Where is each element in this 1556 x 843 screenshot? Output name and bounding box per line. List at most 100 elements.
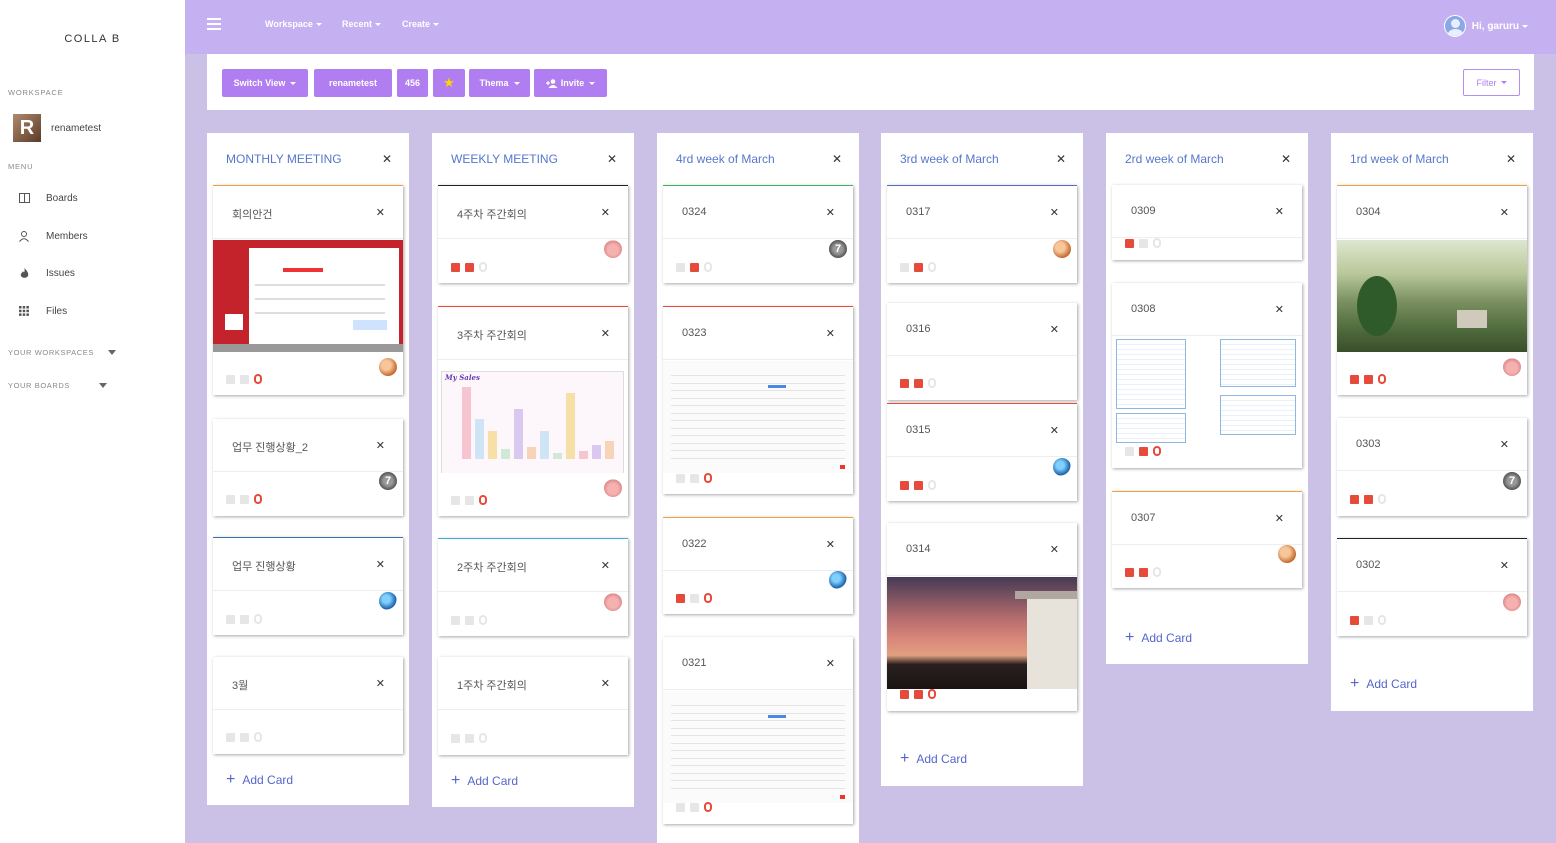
close-icon[interactable]: ✕ bbox=[1275, 205, 1284, 218]
task-card[interactable]: 0324 ✕ 7 bbox=[663, 185, 853, 283]
close-icon[interactable]: ✕ bbox=[1506, 152, 1516, 166]
paperclip-icon[interactable] bbox=[254, 494, 262, 504]
task-card[interactable]: 0321 ✕ bbox=[663, 637, 853, 824]
task-card[interactable]: 업무 진행상황 ✕ bbox=[213, 537, 403, 635]
paperclip-icon[interactable] bbox=[254, 614, 262, 624]
calendar-icon[interactable] bbox=[240, 732, 249, 742]
close-icon[interactable]: ✕ bbox=[601, 677, 610, 690]
column-title[interactable]: 3rd week of March bbox=[900, 152, 999, 166]
checkbox-icon[interactable] bbox=[451, 495, 460, 505]
close-icon[interactable]: ✕ bbox=[601, 327, 610, 340]
sidebar-item-boards[interactable]: Boards bbox=[18, 192, 78, 204]
user-menu[interactable]: Hi, garuru bbox=[1443, 15, 1528, 37]
calendar-icon[interactable] bbox=[690, 593, 699, 603]
assignee-avatar[interactable] bbox=[379, 592, 397, 610]
sidebar-item-files[interactable]: Files bbox=[18, 305, 67, 317]
close-icon[interactable]: ✕ bbox=[376, 439, 385, 452]
close-icon[interactable]: ✕ bbox=[1056, 152, 1066, 166]
close-icon[interactable]: ✕ bbox=[607, 152, 617, 166]
board-name-button[interactable]: renametest bbox=[314, 69, 392, 97]
close-icon[interactable]: ✕ bbox=[1050, 543, 1059, 556]
task-card[interactable]: 0314 ✕ bbox=[887, 523, 1077, 711]
paperclip-icon[interactable] bbox=[704, 802, 712, 812]
assignee-avatar[interactable] bbox=[829, 571, 847, 589]
calendar-icon[interactable] bbox=[1139, 567, 1148, 577]
paperclip-icon[interactable] bbox=[1378, 374, 1386, 384]
calendar-icon[interactable] bbox=[465, 733, 474, 743]
switch-view-button[interactable]: Switch View bbox=[222, 69, 308, 97]
calendar-icon[interactable] bbox=[465, 262, 474, 272]
add-card-button[interactable]: + Add Card bbox=[900, 750, 967, 768]
assignee-avatar[interactable] bbox=[1053, 240, 1071, 258]
checkbox-icon[interactable] bbox=[900, 689, 909, 699]
calendar-icon[interactable] bbox=[1364, 374, 1373, 384]
checkbox-icon[interactable] bbox=[451, 733, 460, 743]
task-card[interactable]: 회의안건 ✕ bbox=[213, 185, 403, 395]
checkbox-icon[interactable] bbox=[1350, 494, 1359, 504]
close-icon[interactable]: ✕ bbox=[1275, 512, 1284, 525]
close-icon[interactable]: ✕ bbox=[832, 152, 842, 166]
checkbox-icon[interactable] bbox=[1350, 615, 1359, 625]
task-card[interactable]: 0303 ✕ 7 bbox=[1337, 418, 1527, 516]
close-icon[interactable]: ✕ bbox=[376, 677, 385, 690]
close-icon[interactable]: ✕ bbox=[826, 327, 835, 340]
checkbox-icon[interactable] bbox=[1125, 567, 1134, 577]
paperclip-icon[interactable] bbox=[928, 480, 936, 490]
invite-button[interactable]: Invite bbox=[534, 69, 607, 97]
close-icon[interactable]: ✕ bbox=[376, 558, 385, 571]
checkbox-icon[interactable] bbox=[1125, 446, 1134, 456]
assignee-avatar[interactable]: 7 bbox=[379, 472, 397, 490]
add-card-button[interactable]: + Add Card bbox=[1350, 675, 1417, 693]
checkbox-icon[interactable] bbox=[676, 802, 685, 812]
assignee-avatar[interactable] bbox=[1278, 545, 1296, 563]
column-title[interactable]: 4rd week of March bbox=[676, 152, 775, 166]
calendar-icon[interactable] bbox=[914, 689, 923, 699]
paperclip-icon[interactable] bbox=[1378, 494, 1386, 504]
calendar-icon[interactable] bbox=[1364, 494, 1373, 504]
assignee-avatar[interactable] bbox=[604, 479, 622, 497]
close-icon[interactable]: ✕ bbox=[1500, 438, 1509, 451]
checkbox-icon[interactable] bbox=[676, 593, 685, 603]
paperclip-icon[interactable] bbox=[704, 593, 712, 603]
close-icon[interactable]: ✕ bbox=[1275, 303, 1284, 316]
checkbox-icon[interactable] bbox=[676, 473, 685, 483]
calendar-icon[interactable] bbox=[465, 615, 474, 625]
close-icon[interactable]: ✕ bbox=[826, 538, 835, 551]
checkbox-icon[interactable] bbox=[676, 262, 685, 272]
calendar-icon[interactable] bbox=[914, 262, 923, 272]
brand-logo[interactable]: COLLA B bbox=[0, 33, 185, 45]
add-card-button[interactable]: + Add Card bbox=[451, 772, 518, 790]
nav-workspace[interactable]: Workspace bbox=[265, 19, 322, 29]
task-card[interactable]: 0304 ✕ bbox=[1337, 185, 1527, 395]
task-card[interactable]: 4주차 주간회의 ✕ bbox=[438, 185, 628, 283]
column-title[interactable]: WEEKLY MEETING bbox=[451, 152, 558, 166]
paperclip-icon[interactable] bbox=[479, 615, 487, 625]
star-button[interactable]: ★ bbox=[433, 69, 465, 97]
task-card[interactable]: 0307 ✕ bbox=[1112, 491, 1302, 588]
calendar-icon[interactable] bbox=[690, 262, 699, 272]
task-card[interactable]: 0316 ✕ bbox=[887, 303, 1077, 400]
paperclip-icon[interactable] bbox=[928, 262, 936, 272]
assignee-avatar[interactable] bbox=[1503, 358, 1521, 376]
paperclip-icon[interactable] bbox=[1153, 238, 1161, 248]
paperclip-icon[interactable] bbox=[928, 689, 936, 699]
count-button[interactable]: 456 bbox=[397, 69, 428, 97]
paperclip-icon[interactable] bbox=[479, 262, 487, 272]
checkbox-icon[interactable] bbox=[226, 494, 235, 504]
paperclip-icon[interactable] bbox=[254, 732, 262, 742]
close-icon[interactable]: ✕ bbox=[601, 206, 610, 219]
close-icon[interactable]: ✕ bbox=[1281, 152, 1291, 166]
close-icon[interactable]: ✕ bbox=[1500, 559, 1509, 572]
task-card[interactable]: 0302 ✕ bbox=[1337, 538, 1527, 636]
close-icon[interactable]: ✕ bbox=[1050, 206, 1059, 219]
hamburger-icon[interactable] bbox=[207, 18, 221, 30]
task-card[interactable]: 0323 ✕ bbox=[663, 306, 853, 494]
task-card[interactable]: 0322 ✕ bbox=[663, 517, 853, 614]
column-title[interactable]: 1rd week of March bbox=[1350, 152, 1449, 166]
calendar-icon[interactable] bbox=[914, 480, 923, 490]
nav-create[interactable]: Create bbox=[402, 19, 440, 29]
paperclip-icon[interactable] bbox=[479, 495, 487, 505]
assignee-avatar[interactable] bbox=[604, 593, 622, 611]
checkbox-icon[interactable] bbox=[900, 262, 909, 272]
workspace-item[interactable]: R renametest bbox=[13, 114, 101, 142]
